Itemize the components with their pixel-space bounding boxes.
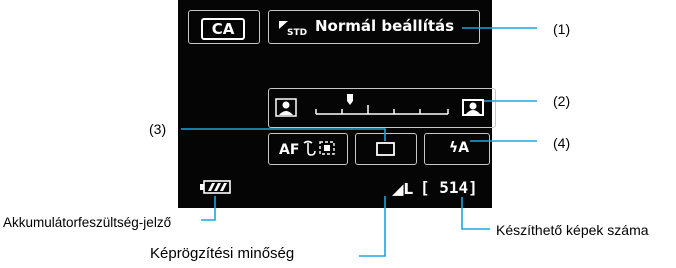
callout-shots: Készíthető képek száma [496, 222, 649, 238]
diagram-stage: CA STD Normál beállítás AF ϟA ◢L [514] … [0, 0, 676, 268]
leader-line-quality [359, 196, 386, 257]
leader-line-3 [181, 128, 386, 141]
leader-line-battery [201, 196, 216, 221]
callout-2: (2) [553, 93, 571, 109]
leader-line-shots [461, 197, 490, 230]
callout-1: (1) [553, 21, 571, 37]
callout-quality: Képrögzítési minőség [150, 245, 295, 262]
callout-4: (4) [553, 135, 571, 151]
callout-battery: Akkumulátorfeszültség-jelző [3, 215, 172, 230]
callout-3: (3) [149, 121, 167, 137]
